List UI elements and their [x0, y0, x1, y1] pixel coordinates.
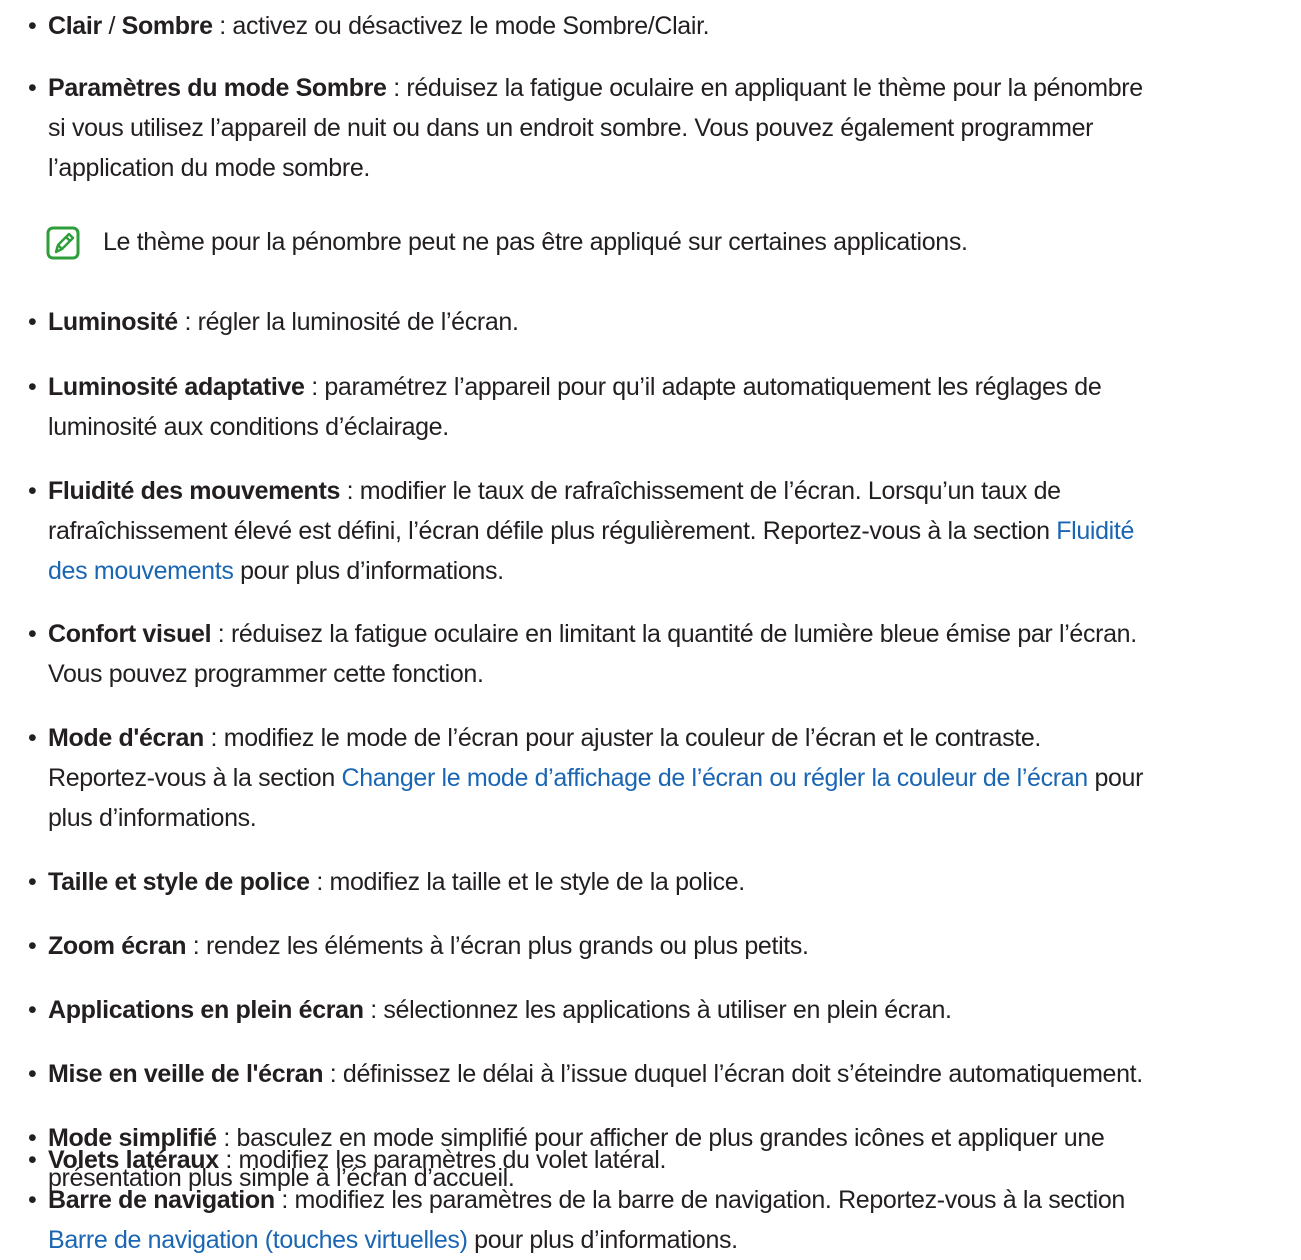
item-term: Taille et style de police: [48, 868, 310, 896]
bullet: •: [28, 373, 37, 401]
link-fluidite[interactable]: Fluidité: [1056, 517, 1134, 545]
item-text: Mise en veille de l'écran : définissez l…: [48, 1060, 1143, 1088]
item-term: Paramètres du mode Sombre: [48, 74, 387, 102]
item-term: Fluidité des mouvements: [48, 477, 341, 505]
item-term: Zoom écran: [48, 932, 187, 960]
note-pencil-icon: [46, 226, 80, 260]
item-term: Mode d'écran: [48, 724, 204, 752]
item-text: Confort visuel : réduisez la fatigue ocu…: [48, 620, 1137, 688]
item-term: Applications en plein écran: [48, 996, 364, 1024]
item-term: Clair: [48, 12, 102, 40]
item-text: Mode d'écran : modifiez le mode de l’écr…: [48, 724, 1144, 832]
item-text: Luminosité : régler la luminosité de l’é…: [48, 308, 519, 336]
item-text: Fluidité des mouvements : modifier le ta…: [48, 477, 1135, 585]
bullet: •: [28, 477, 37, 505]
item-term: Confort visuel: [48, 620, 212, 648]
bullet: •: [28, 1186, 37, 1214]
item-text: Zoom écran : rendez les éléments à l’écr…: [48, 932, 809, 960]
bullet: •: [28, 996, 37, 1024]
bullet: •: [28, 1060, 37, 1088]
link-fluidite-cont[interactable]: des mouvements: [48, 557, 234, 585]
item-term: Sombre: [121, 12, 213, 40]
item-text: Paramètres du mode Sombre : réduisez la …: [48, 74, 1143, 182]
item-term: Volets latéraux: [48, 1146, 219, 1174]
item-text: Barre de navigation : modifiez les param…: [48, 1186, 1125, 1254]
bullet: •: [28, 1146, 37, 1174]
item-term: Luminosité adaptative: [48, 373, 305, 401]
note-text: Le thème pour la pénombre peut ne pas êt…: [103, 228, 968, 256]
link-changer-mode[interactable]: Changer le mode d’affichage de l’écran o…: [341, 764, 1088, 792]
item-text: Applications en plein écran : sélectionn…: [48, 996, 952, 1024]
bullet: •: [28, 724, 37, 752]
document-page: • Clair / Sombre : activez ou désactivez…: [0, 0, 1301, 1254]
item-term: Barre de navigation: [48, 1186, 275, 1214]
bullet: •: [28, 868, 37, 896]
item-text: Taille et style de police : modifiez la …: [48, 868, 745, 896]
item-term: Mise en veille de l'écran: [48, 1060, 324, 1088]
bullet: •: [28, 620, 37, 648]
bullet: •: [28, 12, 37, 40]
item-desc: : activez ou désactivez le mode Sombre/C…: [212, 12, 710, 40]
bullet: •: [28, 308, 37, 336]
item-text: Volets latéraux : modifiez les paramètre…: [48, 1146, 667, 1174]
bullet: •: [28, 74, 37, 102]
link-barre-navigation[interactable]: Barre de navigation (touches virtuelles): [48, 1226, 468, 1254]
item-text: Clair / Sombre : activez ou désactivez l…: [48, 12, 710, 40]
bullet: •: [28, 932, 37, 960]
item-text: Luminosité adaptative : paramétrez l’app…: [48, 373, 1102, 441]
item-term: Luminosité: [48, 308, 178, 336]
